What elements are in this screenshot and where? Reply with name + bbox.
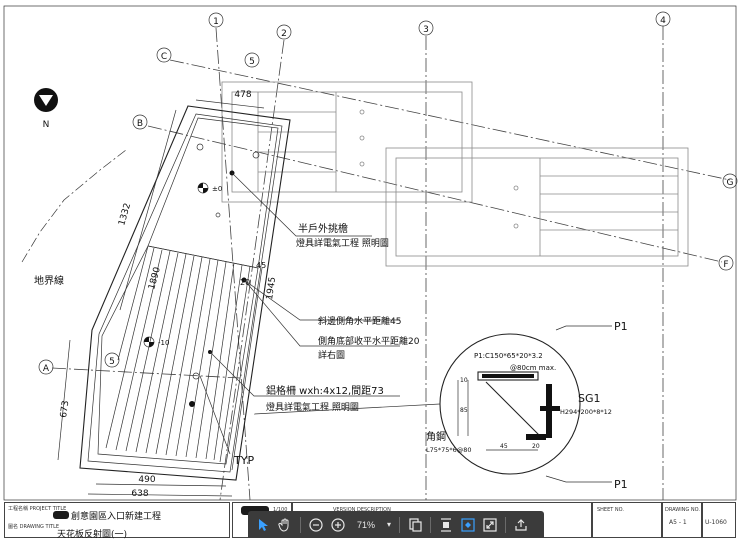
dim-left-short: 673	[59, 400, 71, 418]
grid-bubble-label: G	[727, 178, 734, 188]
dim-side-offset: 45	[256, 261, 266, 270]
annotation-semi-outdoor-eave: 半戶外挑檐	[298, 222, 348, 235]
detail-p1-spacing: @80cm max.	[510, 364, 556, 372]
background-plan	[221, 81, 689, 267]
annotation-typ: TYP	[233, 454, 254, 467]
boundary-label: 地界線	[34, 274, 64, 287]
elevation-marker-icon	[143, 336, 155, 348]
detail-dim: 85	[460, 407, 468, 414]
detail-angle-label: 角鋼	[426, 430, 446, 443]
title-block-project-cell: 工程名稱 PROJECT TITLE 創意園區入口新建工程 圖名 DRAWING…	[4, 502, 230, 540]
grid-bubble-label: A	[43, 364, 50, 374]
dim-bottom-outer: 638	[131, 489, 148, 499]
detail-sg1: SG1	[578, 392, 601, 405]
fit-height-icon[interactable]	[435, 514, 457, 536]
grid-line-a	[51, 367, 241, 379]
project-title: 創意園區入口新建工程	[71, 512, 162, 522]
annotation-lighting-ref-1: 燈具詳電氣工程 照明圖	[296, 237, 389, 249]
north-arrow-icon	[34, 88, 58, 112]
redacted-mark	[53, 511, 69, 519]
copy-pages-icon[interactable]	[404, 514, 426, 536]
grid-bubble-label: 5	[249, 57, 255, 67]
sheet-border	[3, 5, 737, 501]
detail-p1-bottom: P1	[614, 478, 628, 491]
detail-sg1-spec: H294*200*8*12	[560, 408, 612, 416]
site-boundary-line	[21, 149, 127, 263]
grid-bubble-label: F	[723, 260, 728, 270]
fullscreen-icon[interactable]	[479, 514, 501, 536]
elevation-upper: ±0	[212, 185, 222, 193]
drawing-no-label: DRAWING NO.	[665, 507, 700, 513]
annotation-bevel-distance: 斜邊側角水平距離45	[318, 315, 401, 327]
detail-p1-spec: P1:C150*65*20*3.2	[474, 352, 543, 360]
zoom-level[interactable]: 71%	[349, 520, 383, 530]
grid-bubble-label: B	[137, 119, 143, 129]
zoom-out-icon[interactable]	[305, 514, 327, 536]
grid-bubble-label: 5	[109, 357, 115, 367]
dim-bottom-inner: 490	[138, 475, 155, 485]
elevation-lower: -10	[158, 339, 169, 347]
grid-bubble-label: 1	[213, 17, 219, 27]
cad-drawing-canvas: 1 2 3 4 5 5 A B C F G N 地界線 ±0 -10 478 1…	[3, 5, 738, 501]
grid-line-2	[219, 39, 285, 501]
grid-bubble-label: 3	[423, 25, 429, 35]
annotation-see-right: 詳右圖	[318, 349, 345, 361]
drawing-code: U-1060	[705, 519, 727, 526]
title-block-code-cell: U-1060	[702, 502, 736, 538]
title-block-drawing-no-cell: DRAWING NO. A5 - 1	[662, 502, 702, 538]
title-block-sheet-cell: SHEET NO.	[592, 502, 662, 538]
share-icon[interactable]	[510, 514, 532, 536]
grid-bubble-label: 2	[281, 29, 287, 39]
sheet-no-label: SHEET NO.	[597, 507, 624, 513]
dim-mid-length: 1890	[147, 266, 163, 291]
aluminum-grille	[105, 247, 251, 463]
dim-top-width: 478	[234, 90, 251, 100]
zoom-dropdown-icon[interactable]: ▾	[383, 520, 395, 529]
hand-icon[interactable]	[274, 514, 296, 536]
detail-dim: 10	[460, 377, 468, 384]
toolbar-separator	[300, 516, 301, 533]
detail-p1-top: P1	[614, 320, 628, 333]
dimension-lines	[57, 99, 265, 497]
fit-width-icon[interactable]	[457, 514, 479, 536]
zoom-in-icon[interactable]	[327, 514, 349, 536]
grid-bubble-label: C	[161, 52, 167, 62]
toolbar-separator	[505, 516, 506, 533]
viewer-toolbar: 71% ▾	[248, 511, 544, 538]
north-label: N	[43, 120, 50, 130]
drawing-title: 天花板反射圖(一)	[57, 530, 128, 540]
toolbar-separator	[430, 516, 431, 533]
elevation-marker-icon	[197, 182, 209, 194]
detail-angle-spec: L75*75*6@80	[426, 446, 472, 454]
detail-dim: 20	[532, 443, 540, 450]
drawing-no: A5 - 1	[669, 519, 687, 526]
annotation-bottom-distance: 側角底部收平水平距離20	[318, 335, 420, 347]
grid-bubble-label: 4	[660, 16, 666, 26]
annotation-grille-spec: 鋁格柵 wxh:4x12,間距73	[266, 384, 384, 397]
detail-dim: 45	[500, 443, 508, 450]
toolbar-separator	[399, 516, 400, 533]
cursor-icon[interactable]	[252, 514, 274, 536]
grid-line-g	[169, 59, 731, 181]
drawing-title-label: 圖名 DRAWING TITLE	[8, 524, 60, 530]
dim-left-length: 1332	[117, 202, 133, 227]
